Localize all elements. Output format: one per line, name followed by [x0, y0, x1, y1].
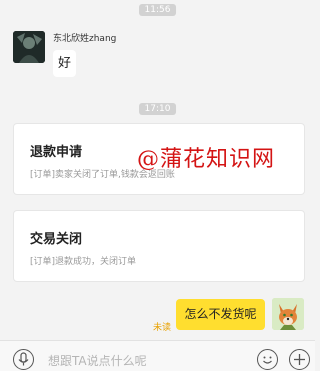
plus-icon	[294, 354, 305, 365]
watermark: @蒲花知识网	[137, 147, 276, 172]
seller-avatar[interactable]	[13, 31, 45, 63]
seller-message-bubble[interactable]: 好	[53, 50, 76, 77]
voice-button[interactable]	[13, 349, 34, 370]
smiley-icon	[263, 356, 272, 364]
timestamp: 11:56	[138, 4, 177, 16]
more-button[interactable]	[289, 349, 310, 370]
unread-status: 未读	[153, 323, 172, 333]
order-card-closed[interactable]: 交易关闭 [订单]退款成功，关闭订单	[13, 210, 305, 282]
emoji-button[interactable]	[257, 349, 278, 370]
timestamp: 17:10	[138, 103, 177, 115]
card-description: [订单]退款成功，关闭订单	[30, 257, 137, 267]
message-input-bar: 想跟TA说点什么呢	[0, 340, 315, 371]
buyer-avatar[interactable]	[272, 298, 304, 330]
sender-name: 东北欣姓zhang	[53, 34, 117, 44]
card-title: 退款申请	[30, 145, 83, 160]
buyer-message-bubble[interactable]: 怎么不发货呢	[176, 299, 265, 330]
message-input[interactable]: 想跟TA说点什么呢	[48, 352, 147, 369]
card-title: 交易关闭	[30, 232, 83, 247]
microphone-icon	[18, 352, 29, 366]
